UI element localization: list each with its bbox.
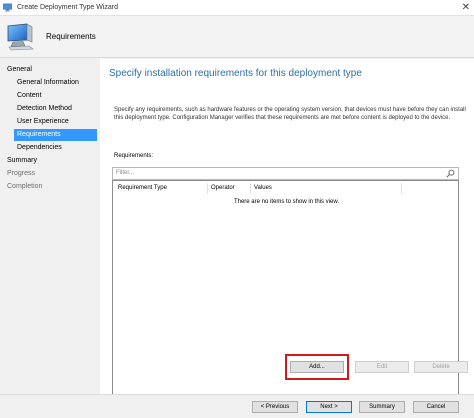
nav-item-requirements[interactable]: Requirements xyxy=(14,129,97,141)
nav-item-dependencies[interactable]: Dependencies xyxy=(16,142,62,154)
empty-list-message: There are no items to show in this view. xyxy=(233,199,340,205)
next-button[interactable]: Next > xyxy=(306,401,352,413)
nav-item-general-information[interactable]: General Information xyxy=(16,77,79,89)
add-button[interactable]: Add... xyxy=(290,361,344,373)
page-heading: Specify installation requirements for th… xyxy=(109,68,362,79)
requirements-label: Requirements: xyxy=(114,153,154,159)
title-bar: Create Deployment Type Wizard ✕ xyxy=(0,0,474,16)
window-title: Create Deployment Type Wizard xyxy=(17,4,119,11)
column-header-operator[interactable]: Operator xyxy=(208,183,250,194)
filter-input[interactable]: Filter... xyxy=(112,167,459,180)
app-icon xyxy=(3,3,12,12)
nav-item-user-experience[interactable]: User Experience xyxy=(16,116,69,128)
search-icon[interactable] xyxy=(446,169,455,178)
column-separator[interactable] xyxy=(401,183,402,194)
nav-item-detection-method[interactable]: Detection Method xyxy=(16,103,72,115)
wizard-footer: < Previous Next > Summary Cancel xyxy=(0,394,474,418)
nav-item-general[interactable]: General xyxy=(7,64,32,76)
filter-placeholder: Filter... xyxy=(116,170,135,176)
wizard-banner: Requirements xyxy=(0,16,474,58)
wizard-content: Specify installation requirements for th… xyxy=(100,59,474,413)
cancel-button[interactable]: Cancel xyxy=(413,401,459,413)
computer-icon xyxy=(7,23,34,51)
delete-button[interactable]: Delete xyxy=(414,361,468,373)
banner-title: Requirements xyxy=(46,32,96,41)
column-header-values[interactable]: Values xyxy=(251,183,401,194)
close-icon[interactable]: ✕ xyxy=(462,2,470,13)
column-header-requirement-type[interactable]: Requirement Type xyxy=(115,183,207,194)
nav-item-completion: Completion xyxy=(7,183,43,190)
wizard-nav: General General Information Content Dete… xyxy=(0,59,100,394)
edit-button[interactable]: Edit xyxy=(355,361,409,373)
summary-button[interactable]: Summary xyxy=(359,401,405,413)
nav-item-summary[interactable]: Summary xyxy=(7,155,37,167)
nav-item-progress: Progress xyxy=(7,170,36,177)
nav-item-content[interactable]: Content xyxy=(16,90,42,102)
previous-button[interactable]: < Previous xyxy=(252,401,298,413)
page-description: Specify any requirements, such as hardwa… xyxy=(114,107,466,121)
